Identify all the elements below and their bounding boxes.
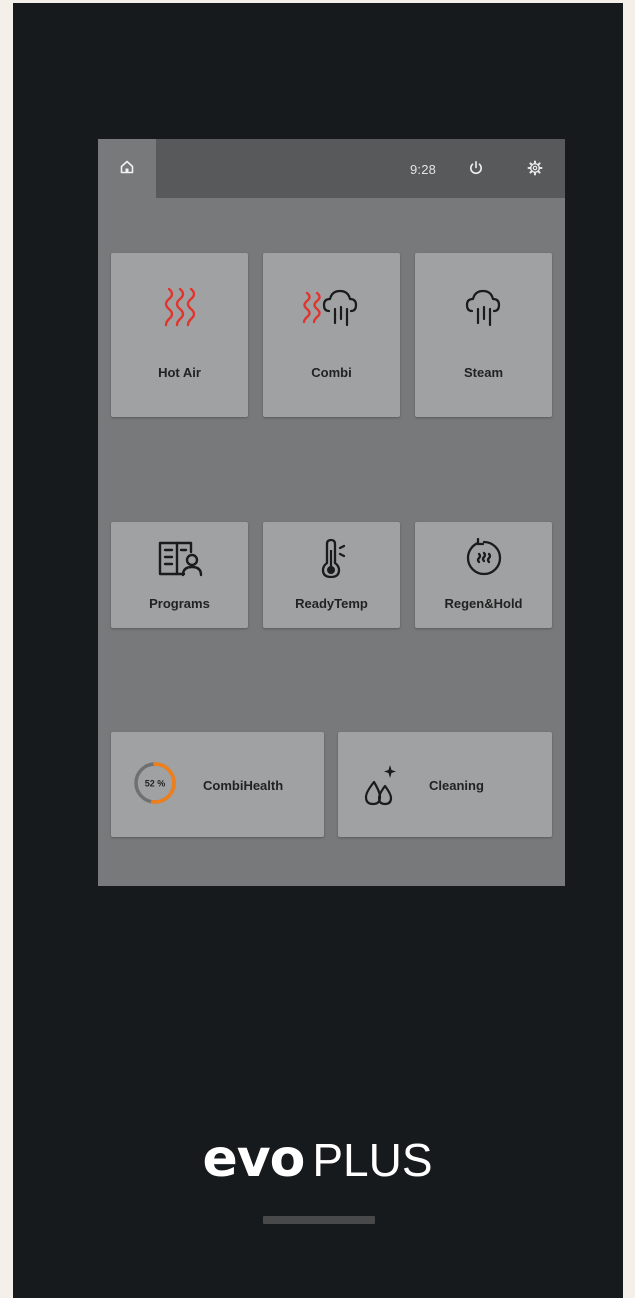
settings-icon (527, 160, 543, 176)
status-bar: 9:28 (98, 139, 565, 198)
combihealth-gauge-icon: 52 % (134, 762, 176, 804)
readytemp-label: ReadyTemp (295, 596, 368, 611)
combihealth-label: CombiHealth (203, 778, 284, 793)
combihealth-button[interactable]: 52 % CombiHealth (111, 732, 324, 837)
oven-control-panel: 9:28 Hot Air Combi Steam Programs ReadyT… (13, 3, 623, 1298)
regen-hold-label: Regen&Hold (444, 596, 523, 611)
cleaning-label: Cleaning (429, 778, 484, 793)
steam-cloud-icon (415, 285, 552, 329)
mode-steam-label: Steam (463, 365, 504, 380)
mode-steam-button[interactable]: Steam (415, 253, 552, 417)
cleaning-button[interactable]: Cleaning (338, 732, 552, 837)
power-icon (470, 160, 482, 175)
thermometer-icon (263, 538, 400, 578)
power-button[interactable] (465, 157, 487, 179)
settings-button[interactable] (524, 157, 546, 179)
combihealth-percent: 52 % (145, 779, 166, 789)
brand-logo: evo PLUS (0, 1129, 635, 1189)
touch-screen: 9:28 Hot Air Combi Steam Programs ReadyT… (98, 139, 565, 886)
drops-sparkle-icon (364, 765, 396, 806)
recipe-book-icon (111, 538, 248, 578)
home-icon (120, 160, 134, 173)
regen-hold-button[interactable]: Regen&Hold (415, 522, 552, 628)
heat-waves-icon (111, 285, 248, 329)
clock: 9:28 (410, 162, 437, 177)
mode-combi-label: Combi (311, 365, 352, 380)
mode-combi-button[interactable]: Combi (263, 253, 400, 417)
mode-hot-air-button[interactable]: Hot Air (111, 253, 248, 417)
home-button[interactable] (98, 139, 156, 198)
readytemp-button[interactable]: ReadyTemp (263, 522, 400, 628)
regen-cycle-icon (415, 538, 552, 578)
heat-steam-icon (263, 285, 400, 329)
programs-button[interactable]: Programs (111, 522, 248, 628)
home-indicator-bar (263, 1216, 375, 1224)
brand-logo-plus: PLUS (312, 1134, 433, 1186)
mode-hot-air-label: Hot Air (158, 365, 201, 380)
brand-logo-evo: evo (202, 1129, 305, 1189)
programs-label: Programs (149, 596, 210, 611)
